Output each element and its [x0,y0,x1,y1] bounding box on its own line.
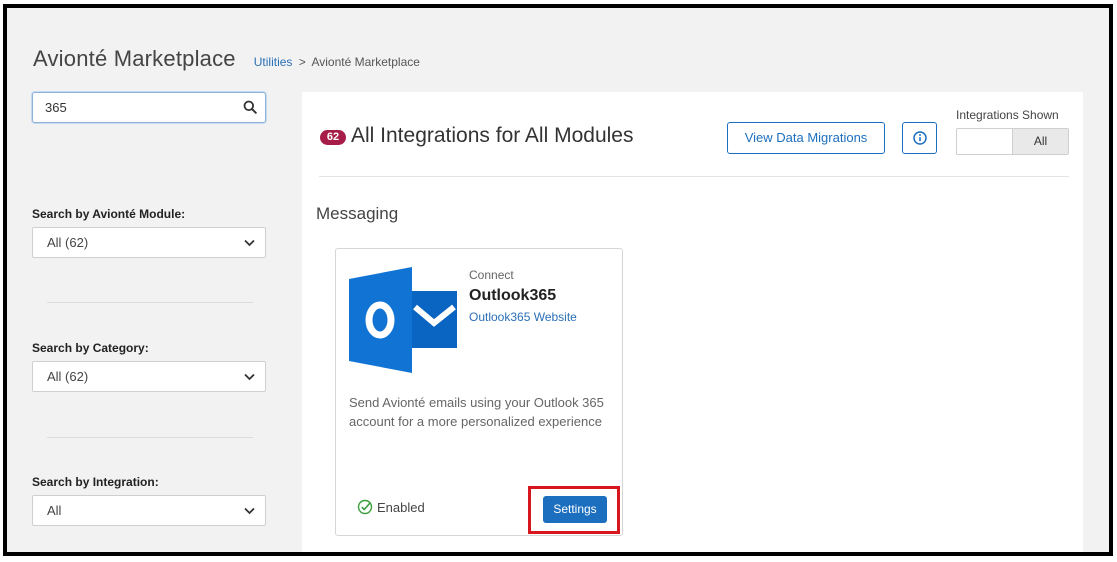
integration-filter-value: All [47,503,62,518]
check-circle-icon [357,499,373,515]
sidebar-divider [47,302,253,303]
integration-name: Outlook365 [469,287,557,304]
chevron-down-icon [244,507,255,515]
module-filter-value: All (62) [47,235,89,250]
toggle-option-empty[interactable] [957,129,1012,154]
integration-filter-select[interactable]: All [32,495,266,526]
integration-count-badge: 62 [320,130,346,145]
chevron-down-icon [244,239,255,247]
search-input[interactable] [45,100,235,115]
category-filter-value: All (62) [47,369,89,384]
search-icon[interactable] [243,100,257,114]
status-enabled: Enabled [357,499,425,515]
settings-button[interactable]: Settings [543,496,607,523]
integration-website-link[interactable]: Outlook365 Website [469,310,577,324]
search-box[interactable] [32,92,266,123]
breadcrumb-separator: > [298,55,306,69]
chevron-down-icon [244,373,255,381]
outlook-logo-icon [349,267,457,373]
integrations-shown-label: Integrations Shown [956,108,1059,122]
info-button[interactable] [902,122,937,154]
category-filter-select[interactable]: All (62) [32,361,266,392]
view-data-migrations-button[interactable]: View Data Migrations [727,122,885,154]
category-filter-label: Search by Category: [32,341,149,355]
integration-description: Send Avionté emails using your Outlook 3… [349,395,604,429]
info-icon [913,131,927,145]
status-label: Enabled [377,499,425,515]
integrations-panel: 62 All Integrations for All Modules View… [302,92,1083,552]
page-title: Avionté Marketplace [33,46,236,71]
sidebar-divider [47,437,253,438]
module-filter-label: Search by Avionté Module: [32,207,186,221]
breadcrumb-current: Avionté Marketplace [311,55,420,69]
page-header: Avionté Marketplace Utilities > Avionté … [33,46,420,72]
breadcrumb: Utilities > Avionté Marketplace [254,55,420,69]
section-title-messaging: Messaging [316,204,399,223]
integration-filter-label: Search by Integration: [32,475,159,489]
settings-highlight-box: Settings [528,486,620,534]
breadcrumb-utilities-link[interactable]: Utilities [254,55,293,69]
panel-divider [319,176,1069,177]
app-frame: Avionté Marketplace Utilities > Avionté … [3,4,1113,556]
connect-label: Connect [469,268,514,282]
panel-title: All Integrations for All Modules [351,124,634,147]
integration-card-outlook365: Connect Outlook365 Outlook365 Website Se… [335,248,623,536]
module-filter-select[interactable]: All (62) [32,227,266,258]
integrations-shown-toggle[interactable]: All [956,128,1069,155]
toggle-option-all[interactable]: All [1012,129,1068,154]
